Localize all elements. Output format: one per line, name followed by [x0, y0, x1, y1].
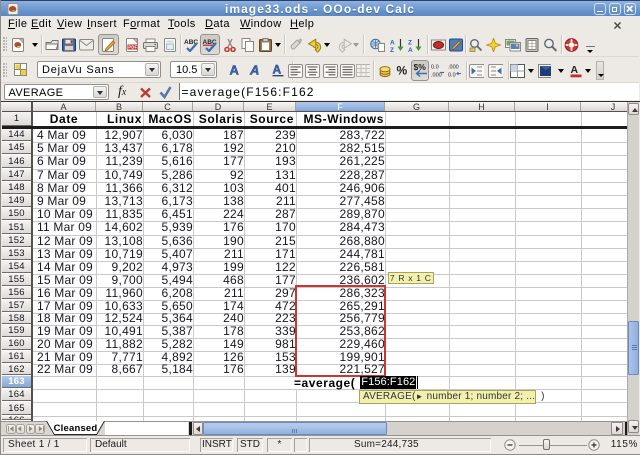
svg-text:Z: Z [408, 40, 412, 47]
svg-text:A: A [408, 47, 413, 52]
svg-text:A: A [249, 63, 259, 78]
svg-text:A: A [230, 63, 240, 78]
svg-text:A: A [390, 40, 395, 47]
svg-text:Z: Z [390, 47, 394, 52]
svg-text:A: A [571, 64, 579, 76]
svg-text:0.0: 0.0 [448, 73, 456, 79]
svg-text:PDF: PDF [128, 45, 137, 50]
svg-text:0.0: 0.0 [431, 65, 439, 71]
svg-text:.000: .000 [448, 65, 459, 71]
svg-text:.000: .000 [431, 73, 442, 79]
svg-text:%: % [397, 64, 408, 78]
svg-text:A: A [273, 63, 282, 77]
